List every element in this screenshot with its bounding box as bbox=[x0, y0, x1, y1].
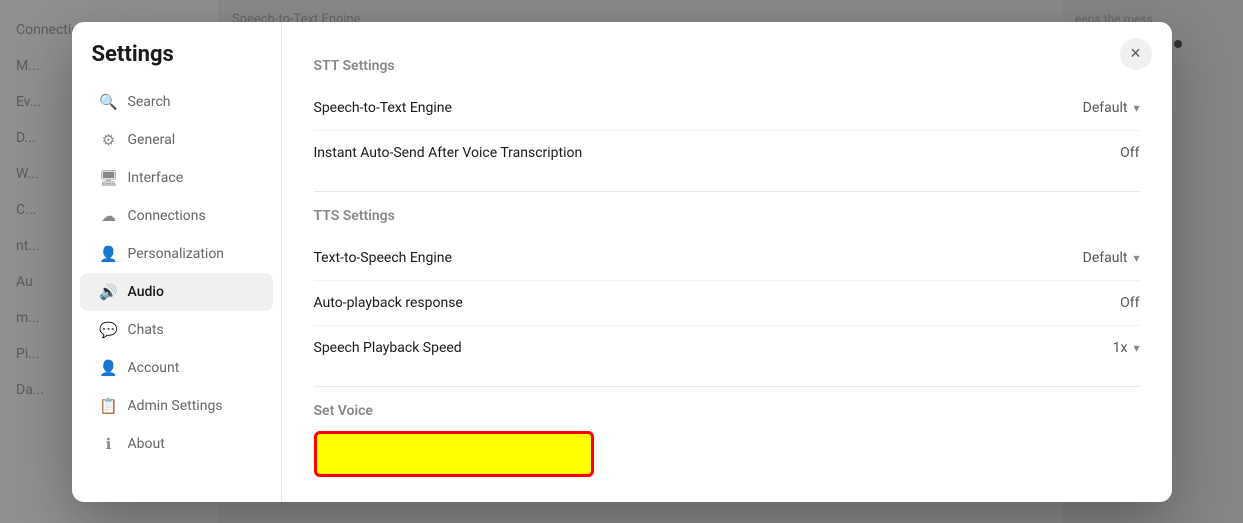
sidebar-item-connections[interactable]: ☁ Connections bbox=[80, 197, 273, 235]
auto-playback-row: Auto-playback response Off bbox=[314, 281, 1140, 326]
search-icon: 🔍 bbox=[100, 93, 118, 111]
sidebar-item-search[interactable]: 🔍 Search bbox=[80, 83, 273, 121]
speech-to-text-engine-value: Default bbox=[1083, 100, 1128, 116]
stt-section-header: STT Settings bbox=[314, 58, 1140, 74]
set-voice-button[interactable] bbox=[314, 431, 594, 477]
sidebar-item-personalization[interactable]: 👤 Personalization bbox=[80, 235, 273, 273]
sidebar-item-label: Audio bbox=[128, 284, 164, 300]
info-icon: ℹ bbox=[100, 435, 118, 453]
set-voice-section: Set Voice bbox=[314, 403, 1140, 477]
chat-icon: 💬 bbox=[100, 321, 118, 339]
auto-playback-label: Auto-playback response bbox=[314, 295, 463, 311]
speech-playback-speed-label: Speech Playback Speed bbox=[314, 340, 462, 356]
sidebar-item-label: Chats bbox=[128, 322, 164, 338]
sidebar-item-account[interactable]: 👤 Account bbox=[80, 349, 273, 387]
speech-to-text-engine-row: Speech-to-Text Engine Default ▾ bbox=[314, 86, 1140, 131]
audio-icon: 🔊 bbox=[100, 283, 118, 301]
text-to-speech-engine-dropdown[interactable]: Default ▾ bbox=[1083, 250, 1140, 266]
text-to-speech-engine-label: Text-to-Speech Engine bbox=[314, 250, 452, 266]
chevron-down-icon: ▾ bbox=[1133, 101, 1139, 115]
gear-icon: ⚙ bbox=[100, 131, 118, 149]
sidebar-item-chats[interactable]: 💬 Chats bbox=[80, 311, 273, 349]
speech-to-text-engine-dropdown[interactable]: Default ▾ bbox=[1083, 100, 1140, 116]
sidebar-item-label: Personalization bbox=[128, 246, 225, 262]
sidebar-item-label: Interface bbox=[128, 170, 184, 186]
instant-auto-send-row: Instant Auto-Send After Voice Transcript… bbox=[314, 131, 1140, 175]
settings-modal: Settings 🔍 Search ⚙ General 🖥 Interface … bbox=[72, 22, 1172, 502]
sidebar-item-interface[interactable]: 🖥 Interface bbox=[80, 159, 273, 197]
set-voice-header: Set Voice bbox=[314, 403, 1140, 419]
chevron-down-icon: ▾ bbox=[1133, 341, 1139, 355]
account-icon: 👤 bbox=[100, 359, 118, 377]
speech-playback-speed-row: Speech Playback Speed 1x ▾ bbox=[314, 326, 1140, 370]
speech-to-text-engine-label: Speech-to-Text Engine bbox=[314, 100, 452, 116]
section-divider-1 bbox=[314, 191, 1140, 192]
text-to-speech-engine-value: Default bbox=[1083, 250, 1128, 266]
sidebar-item-admin-settings[interactable]: 📋 Admin Settings bbox=[80, 387, 273, 425]
section-divider-2 bbox=[314, 386, 1140, 387]
chevron-down-icon: ▾ bbox=[1133, 251, 1139, 265]
auto-playback-value: Off bbox=[1120, 295, 1139, 311]
text-to-speech-engine-row: Text-to-Speech Engine Default ▾ bbox=[314, 236, 1140, 281]
tts-section-header: TTS Settings bbox=[314, 208, 1140, 224]
cloud-icon: ☁ bbox=[100, 207, 118, 225]
sidebar-item-label: About bbox=[128, 436, 165, 452]
sidebar-item-label: Account bbox=[128, 360, 180, 376]
sidebar-item-audio[interactable]: 🔊 Audio bbox=[80, 273, 273, 311]
admin-icon: 📋 bbox=[100, 397, 118, 415]
settings-content: STT Settings Speech-to-Text Engine Defau… bbox=[282, 22, 1172, 502]
speech-playback-speed-dropdown[interactable]: 1x ▾ bbox=[1113, 340, 1140, 356]
sidebar-item-about[interactable]: ℹ About bbox=[80, 425, 273, 463]
stt-section: STT Settings Speech-to-Text Engine Defau… bbox=[314, 58, 1140, 175]
instant-auto-send-value: Off bbox=[1120, 145, 1139, 161]
monitor-icon: 🖥 bbox=[100, 169, 118, 187]
instant-auto-send-label: Instant Auto-Send After Voice Transcript… bbox=[314, 145, 583, 161]
close-button[interactable]: × bbox=[1120, 38, 1152, 70]
person-icon: 👤 bbox=[100, 245, 118, 263]
sidebar-item-label: General bbox=[128, 132, 176, 148]
settings-sidebar: Settings 🔍 Search ⚙ General 🖥 Interface … bbox=[72, 22, 282, 502]
modal-title: Settings bbox=[72, 42, 281, 83]
sidebar-item-general[interactable]: ⚙ General bbox=[80, 121, 273, 159]
sidebar-item-label: Admin Settings bbox=[128, 398, 223, 414]
tts-section: TTS Settings Text-to-Speech Engine Defau… bbox=[314, 208, 1140, 370]
speech-playback-speed-value: 1x bbox=[1113, 340, 1128, 356]
sidebar-item-label: Connections bbox=[128, 208, 206, 224]
sidebar-item-label: Search bbox=[128, 94, 171, 110]
modal-overlay: Settings 🔍 Search ⚙ General 🖥 Interface … bbox=[0, 0, 1243, 523]
